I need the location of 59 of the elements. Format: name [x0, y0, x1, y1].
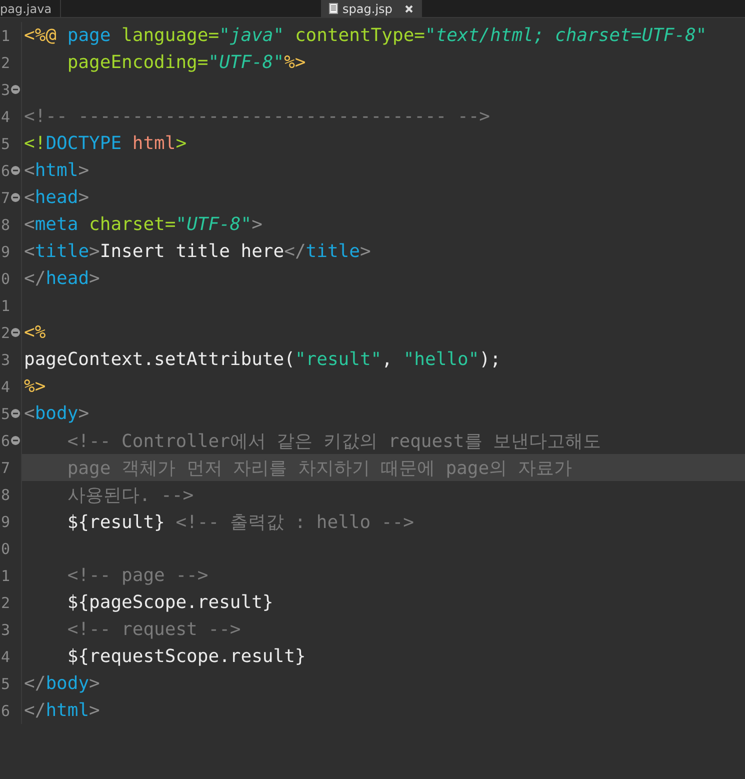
line-number: 6 — [1, 162, 10, 180]
line-number: 1 — [1, 566, 10, 584]
code-line: ${pageScope.result} — [66, 592, 274, 613]
code-line: <!-- Controller에서 같은 키값의 request를 보낸다고해도 — [66, 430, 602, 452]
line-number: 4 — [1, 108, 10, 126]
line-number: 2 — [1, 324, 10, 342]
code-line: ${requestScope.result} — [66, 646, 306, 667]
code-line: pageEncoding="UTF-8"%> — [66, 52, 306, 73]
code-line: %> — [23, 376, 46, 397]
code-line: <!-- ---------------------------------- --> — [23, 106, 490, 127]
code-line: page 객체가 먼저 자리를 차지하기 때문에 page의 자료가 — [66, 456, 572, 480]
fold-icon[interactable] — [11, 436, 20, 445]
line-number: 6 — [1, 432, 10, 450]
line-number: 8 — [1, 486, 10, 504]
line-number: 3 — [1, 80, 10, 98]
code-line: <!DOCTYPE html> — [23, 133, 187, 154]
code-line: <!-- request --> — [66, 619, 241, 640]
code-line: </head> — [23, 268, 100, 289]
line-number: 5 — [1, 674, 10, 692]
code-line: pageContext.setAttribute("result", "hello"); — [23, 349, 501, 370]
fold-icon[interactable] — [11, 193, 20, 202]
line-number: 4 — [1, 648, 10, 666]
editor-tab[interactable]: spag.jsp — [320, 0, 422, 17]
line-number: 0 — [1, 270, 10, 288]
code-line: <% — [23, 322, 46, 343]
line-number: 7 — [1, 458, 10, 476]
fold-icon[interactable] — [11, 166, 20, 175]
line-number: 2 — [1, 594, 10, 612]
code-line: <meta charset="UTF-8"> — [23, 214, 262, 235]
line-number: 7 — [1, 188, 10, 206]
code-line: <!-- page --> — [66, 565, 208, 586]
line-number: 3 — [1, 620, 10, 638]
code-line: 사용된다. --> — [66, 484, 194, 506]
code-line: <%@ page language="java" contentType="text/html; charset=UTF-8" — [23, 25, 707, 46]
line-number: 6 — [1, 702, 10, 720]
code-line: <html> — [23, 160, 90, 181]
code-line: <body> — [23, 403, 90, 424]
code-line: <head> — [23, 187, 90, 208]
fold-icon[interactable] — [11, 85, 20, 94]
line-number: 4 — [1, 378, 10, 396]
line-number: 8 — [1, 216, 10, 234]
code-line: ${result} <!-- 출력값 : hello --> — [66, 510, 414, 534]
fold-icon[interactable] — [11, 328, 20, 337]
line-number: 1 — [1, 296, 10, 314]
editor-tab[interactable]: pag.java — [0, 0, 61, 17]
line-number: 0 — [1, 540, 10, 558]
line-number: 5 — [1, 134, 10, 152]
line-number: 5 — [1, 404, 10, 422]
file-icon — [328, 3, 338, 14]
line-number: 9 — [1, 242, 10, 260]
close-icon[interactable] — [405, 4, 414, 12]
line-number: 9 — [1, 512, 10, 530]
line-number: 3 — [1, 350, 10, 368]
code-line: </body> — [23, 673, 100, 694]
line-number: 2 — [1, 54, 10, 72]
code-line: <title>Insert title here</title> — [23, 241, 371, 262]
code-line: </html> — [23, 700, 100, 721]
fold-icon[interactable] — [11, 409, 20, 418]
line-number: 1 — [1, 26, 10, 44]
